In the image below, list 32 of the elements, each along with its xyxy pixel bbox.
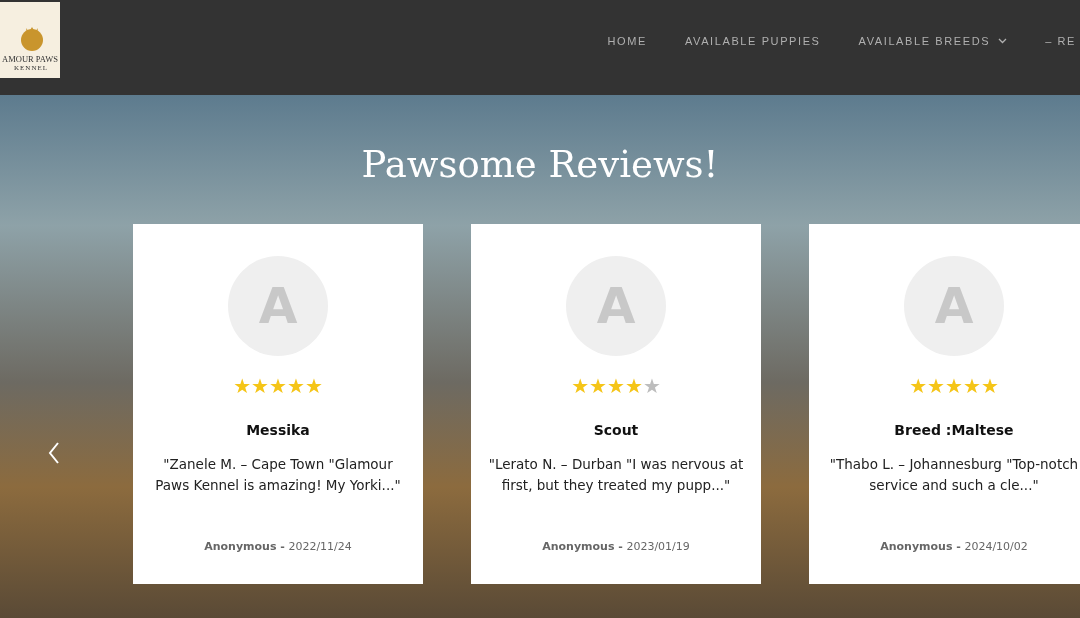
previous-button[interactable] (46, 440, 62, 466)
star-icon: ★ (251, 376, 270, 396)
nav-link[interactable]: AVAILABLE PUPPIES (684, 35, 821, 47)
star-icon: ★ (304, 376, 323, 396)
star-icon: ★ (233, 376, 252, 396)
reviewer-name: Breed :Maltese (894, 422, 1014, 438)
star-icon: ★ (980, 376, 999, 396)
logo-name: AMOUR PAWS (2, 53, 58, 64)
star-icon: ★ (607, 376, 625, 396)
star-icon: ★ (269, 376, 287, 396)
chevron-left-icon (48, 442, 60, 464)
review-meta: Anonymous - 2024/10/02 (880, 540, 1028, 553)
star-icon: ★ (286, 376, 305, 396)
star-icon: ★ (589, 376, 608, 396)
star-icon: ★ (945, 376, 963, 396)
review-text: "Lerato N. – Durban "I was nervous at first, but they treated my pupp..." (487, 455, 745, 495)
review-meta: Anonymous - 2023/01/19 (542, 540, 690, 553)
star-icon: ★ (642, 376, 661, 396)
nav-link[interactable]: AVAILABLE BREEDS (858, 35, 1008, 47)
nav-link[interactable]: HOME (607, 35, 647, 47)
star-icon: ★ (624, 376, 643, 396)
review-meta: Anonymous - 2022/11/24 (204, 540, 352, 553)
review-text: "Thabo L. – Johannesburg "Top-notch service and such a cle..." (828, 455, 1080, 495)
star-icon: ★ (927, 376, 946, 396)
section-title: Pawsome Reviews! (360, 143, 720, 186)
star-icon: ★ (571, 376, 590, 396)
star-icon: ★ (909, 376, 928, 396)
reviewer-name: Messika (246, 422, 310, 438)
nav-link[interactable]: – RE (1045, 35, 1076, 47)
star-icon: ★ (962, 376, 981, 396)
reviewer-name: Scout (593, 422, 639, 438)
review-text: "Zanele M. – Cape Town "Glamour Paws Kennel is amazing! My Yorki..." (154, 455, 402, 495)
